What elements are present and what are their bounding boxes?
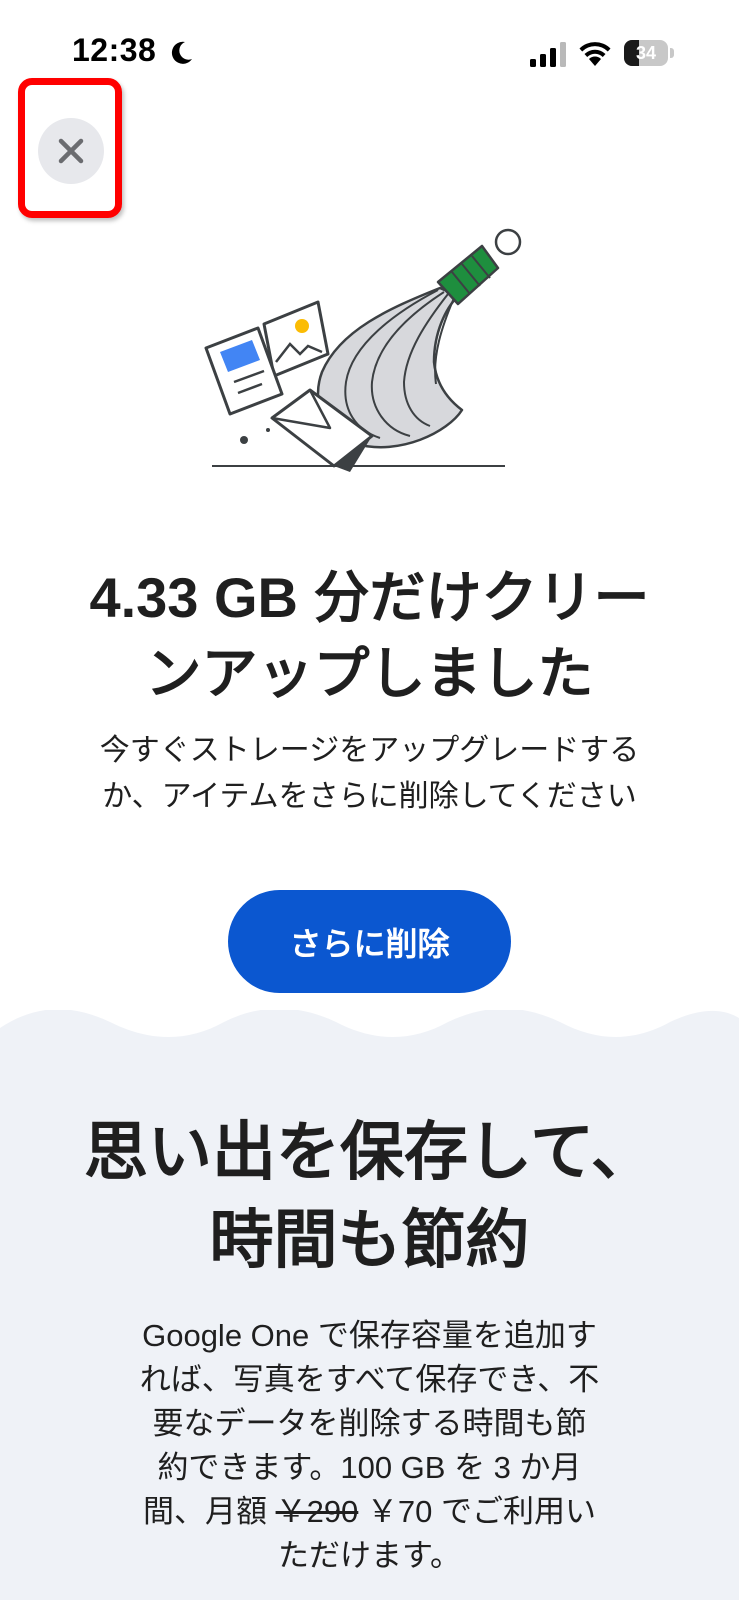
delete-more-button[interactable]: さらに削除	[228, 890, 511, 993]
broom-icon	[436, 228, 522, 306]
cleanup-title: 4.33 GB 分だけクリー ンアップしました	[40, 560, 699, 712]
promo-body-line3: 要なデータを削除する時間も節	[152, 1406, 587, 1441]
promo-body-line1: Google One で保存容量を追加す	[142, 1318, 597, 1353]
promo-body: Google One で保存容量を追加す れば、写真をすべて保存でき、不 要なデータ…	[100, 1314, 639, 1578]
close-icon	[58, 138, 84, 164]
cleanup-illustration	[204, 228, 522, 472]
promo-title-line1: 思い出を保存して、	[84, 1116, 655, 1188]
status-time: 12:38	[72, 32, 157, 68]
close-button[interactable]	[38, 118, 104, 184]
cleanup-complete-screen: 12:38 34 4.33 GB 分だけクリー ンアップしました 今すぐストレー…	[0, 0, 739, 1600]
old-price: ￥290	[275, 1494, 359, 1529]
signal-icon	[530, 42, 566, 67]
cleanup-title-line1: 4.33 GB 分だけクリー	[89, 566, 650, 629]
dust-dot	[266, 428, 270, 432]
promo-body-line6: ただけます。	[278, 1538, 461, 1573]
promo-body-line5-prefix: 間、月額	[142, 1494, 276, 1529]
wifi-icon	[579, 42, 611, 66]
cleanup-title-line2: ンアップしました	[145, 642, 594, 705]
promo-body-line4: 約できます。100 GB を 3 か月	[157, 1450, 582, 1485]
new-price-text: ￥70 でご利用い	[358, 1494, 597, 1529]
photo-icon	[262, 300, 330, 378]
battery-icon: 34	[624, 40, 674, 66]
battery-cap	[670, 48, 674, 58]
cleanup-subtitle: 今すぐストレージをアップグレードする か、アイテムをさらに削除してください	[50, 728, 689, 820]
promo-title-line2: 時間も節約	[209, 1204, 530, 1276]
cleanup-subtitle-line1: 今すぐストレージをアップグレードする	[99, 734, 640, 767]
promo-title: 思い出を保存して、 時間も節約	[20, 1108, 719, 1284]
battery-percent: 34	[635, 43, 657, 63]
promo-body-line2: れば、写真をすべて保存でき、不	[139, 1362, 600, 1397]
battery-body: 34	[624, 40, 668, 66]
cleanup-subtitle-line2: か、アイテムをさらに削除してください	[102, 780, 637, 813]
moon-icon	[171, 41, 192, 64]
dust-dot	[240, 436, 248, 444]
